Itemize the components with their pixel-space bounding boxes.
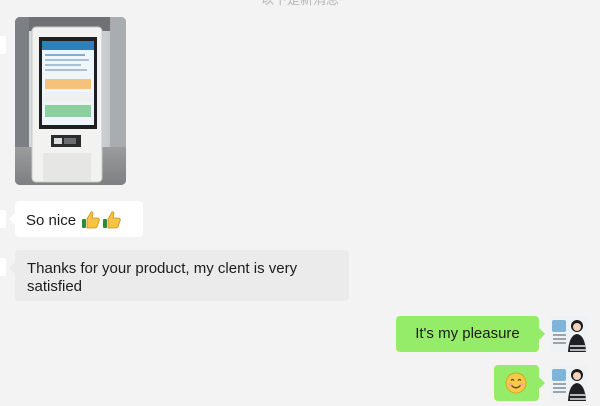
sender-avatar-edge <box>0 210 6 228</box>
smiling-face-icon <box>505 372 527 394</box>
avatar[interactable] <box>550 316 588 352</box>
message-text: Thanks for your product, my clent is ver… <box>27 260 298 295</box>
avatar[interactable] <box>550 365 588 401</box>
message-bubble-pleasure[interactable]: It's my pleasure <box>396 316 539 352</box>
new-messages-divider: 以下是新消息 <box>0 0 600 9</box>
sender-avatar-edge <box>0 36 6 54</box>
message-bubble-emoji[interactable] <box>494 365 539 401</box>
bubble-tail <box>539 377 545 389</box>
thumbs-up-icon <box>82 211 100 229</box>
image-message[interactable] <box>15 17 126 185</box>
message-text: It's my pleasure <box>415 325 520 342</box>
message-bubble-thanks[interactable]: Thanks for your product, my clent is ver… <box>15 250 349 301</box>
profile-photo-icon <box>550 316 588 352</box>
message-text: So nice <box>26 212 77 229</box>
thumbs-up-icon <box>103 211 121 229</box>
bubble-tail <box>539 328 545 340</box>
kiosk-photo-icon <box>15 17 126 185</box>
message-bubble-so-nice[interactable]: So nice <box>15 201 143 237</box>
sender-avatar-edge <box>0 258 6 276</box>
profile-photo-icon <box>550 365 588 401</box>
